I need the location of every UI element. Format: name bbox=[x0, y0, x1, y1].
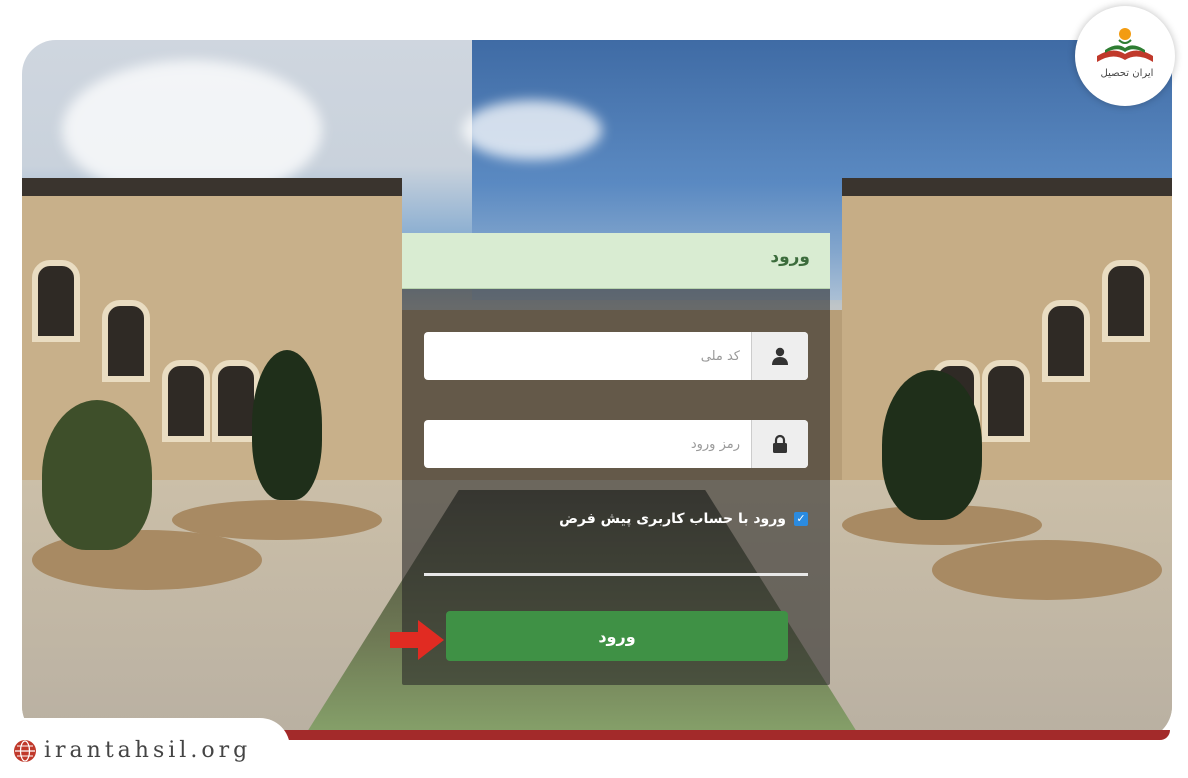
site-logo bbox=[1075, 6, 1175, 106]
arrow-right-icon bbox=[390, 620, 444, 660]
lock-addon bbox=[751, 420, 808, 468]
password-input[interactable] bbox=[424, 420, 752, 468]
garden-bed bbox=[932, 540, 1162, 600]
user-icon bbox=[772, 347, 788, 365]
tree bbox=[252, 350, 322, 500]
login-title: ورود bbox=[770, 247, 810, 267]
login-dialog: ورود ✓ ورود با حساب کاربری پیش فرض ورود bbox=[402, 233, 830, 685]
globe-icon bbox=[14, 740, 36, 762]
lock-icon bbox=[773, 434, 787, 453]
accent-band bbox=[180, 730, 1170, 740]
login-header: ورود bbox=[402, 233, 830, 289]
checkmark-icon: ✓ bbox=[796, 512, 806, 525]
garden-bed bbox=[172, 500, 382, 540]
divider bbox=[424, 573, 808, 576]
national-id-input[interactable] bbox=[424, 332, 752, 380]
remember-checkbox[interactable]: ✓ bbox=[794, 512, 808, 526]
user-addon bbox=[751, 332, 808, 380]
tree bbox=[882, 370, 982, 520]
login-submit-button[interactable]: ورود bbox=[446, 611, 788, 661]
logo-caption: ایران تحصیل bbox=[1100, 68, 1154, 79]
remember-label: ورود با حساب کاربری پیش فرض bbox=[559, 511, 786, 527]
watermark-site: irantahsil.org bbox=[44, 738, 252, 763]
password-field[interactable] bbox=[424, 420, 808, 468]
national-id-field[interactable] bbox=[424, 332, 808, 380]
cloud bbox=[462, 100, 602, 160]
remember-default-account[interactable]: ✓ ورود با حساب کاربری پیش فرض bbox=[559, 511, 808, 527]
tree bbox=[42, 400, 152, 550]
book-logo-icon bbox=[1097, 28, 1153, 62]
